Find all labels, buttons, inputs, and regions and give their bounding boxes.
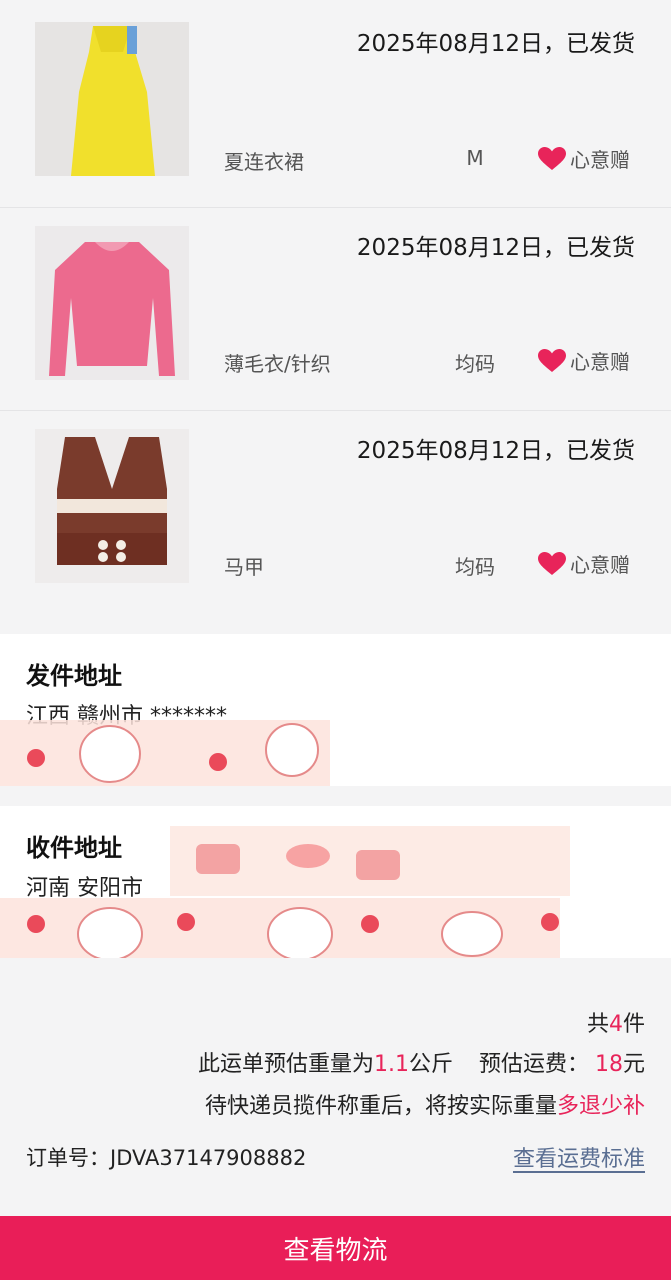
item-thumbnail[interactable] <box>35 226 189 380</box>
item-size: M <box>466 146 484 170</box>
shipment-item[interactable]: 2025年08月12日，已发货 夏连衣裙 M 心意赠 <box>0 0 671 208</box>
ship-date: 2025年08月12日，已发货 <box>356 235 635 261</box>
shipment-item[interactable]: 2025年08月12日，已发货 马甲 均码 心意赠 <box>0 411 671 633</box>
gift-label: 心意赠 <box>570 148 630 172</box>
item-category: 薄毛衣/针织 <box>224 352 331 376</box>
fee-standard-link[interactable]: 查看运费标准 <box>513 1141 645 1173</box>
item-size: 均码 <box>455 555 495 579</box>
item-count-suffix: 件 <box>622 1012 645 1037</box>
ship-date: 2025年08月12日，已发货 <box>356 31 635 57</box>
order-number: 订单号：JDVA37147908882 <box>26 1146 307 1170</box>
fee-value: 18 <box>594 1052 623 1077</box>
heart-icon <box>538 551 566 575</box>
item-thumbnail[interactable] <box>35 22 189 176</box>
weight-prefix: 此运单预估重量为 <box>197 1052 374 1077</box>
heart-icon <box>538 146 566 170</box>
privacy-sticker-overlay <box>0 720 330 786</box>
item-category: 马甲 <box>224 555 264 579</box>
item-thumbnail[interactable] <box>35 429 189 583</box>
sender-address-title: 发件地址 <box>26 662 122 690</box>
view-logistics-button[interactable]: 查看物流 <box>0 1216 671 1280</box>
gift-tag: 心意赠 <box>538 346 630 375</box>
weight-note-highlight: 多退少补 <box>556 1094 645 1119</box>
gift-tag: 心意赠 <box>538 144 630 173</box>
shipment-item-list: 2025年08月12日，已发货 夏连衣裙 M 心意赠 2025年08月12日，已… <box>0 0 671 633</box>
heart-icon <box>538 348 566 372</box>
weight-note-text: 待快递员揽件称重后，将按实际重量 <box>204 1094 557 1119</box>
item-count-prefix: 共 <box>586 1012 609 1037</box>
item-category: 夏连衣裙 <box>224 150 304 174</box>
privacy-sticker-overlay <box>0 826 570 958</box>
fee-label: 预估运费： <box>478 1052 589 1077</box>
fee-unit: 元 <box>622 1052 645 1077</box>
item-size: 均码 <box>455 352 495 376</box>
gift-tag: 心意赠 <box>538 549 630 578</box>
shipment-item[interactable]: 2025年08月12日，已发货 薄毛衣/针织 均码 心意赠 <box>0 208 671 411</box>
ship-date: 2025年08月12日，已发货 <box>356 438 635 464</box>
gift-label: 心意赠 <box>570 553 630 577</box>
weight-value: 1.1 <box>373 1052 409 1077</box>
weight-fee-line: 此运单预估重量为1.1公斤 预估运费： 18元 <box>198 1046 645 1078</box>
weight-note: 待快递员揽件称重后，将按实际重量多退少补 <box>205 1088 645 1120</box>
gift-label: 心意赠 <box>570 350 630 374</box>
item-count: 共4件 <box>587 1006 645 1038</box>
sender-address-card: 发件地址 江西 赣州市 ******* <box>0 634 671 786</box>
weight-unit: 公斤 <box>408 1052 453 1077</box>
item-count-value: 4 <box>608 1012 623 1037</box>
receiver-address-card: 收件地址 河南 安阳市 <box>0 806 671 958</box>
